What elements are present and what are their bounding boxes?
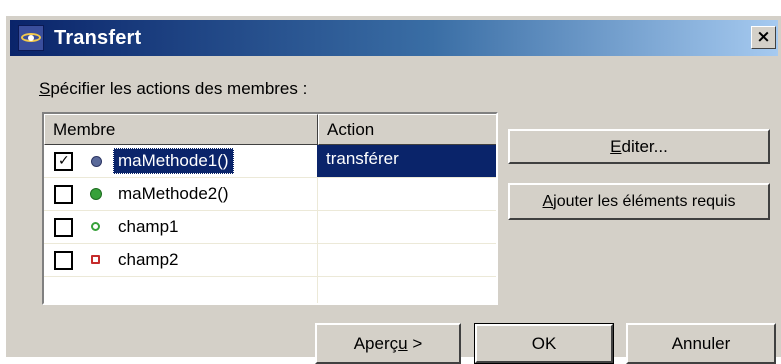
label-text: pécifier les actions des membres : <box>50 79 308 98</box>
row-checkbox[interactable] <box>54 185 73 204</box>
eclipse-app-icon <box>18 25 44 51</box>
member-name: maMethode2() <box>118 184 229 203</box>
title-bar[interactable]: Transfert × <box>10 20 778 56</box>
member-action[interactable] <box>317 178 496 210</box>
edit-button[interactable]: Editer... <box>508 129 770 164</box>
table-row-champ2[interactable]: champ2 <box>44 244 496 277</box>
dialog-title: Transfert <box>54 27 142 49</box>
preview-label-start: Aperç <box>353 334 399 353</box>
row-checkbox[interactable] <box>54 251 73 270</box>
preview-button[interactable]: Aperçu > <box>315 323 461 364</box>
ok-button[interactable]: OK <box>474 323 614 364</box>
member-name: maMethode1() <box>113 148 234 174</box>
add-required-elements-button[interactable]: Ajouter les éléments requis <box>508 183 770 220</box>
transfer-dialog: Transfert × Spécifier les actions des me… <box>5 15 781 364</box>
label-mnemonic: S <box>39 79 51 98</box>
ok-label: OK <box>475 324 613 363</box>
method-public-icon <box>90 188 102 200</box>
row-checkbox[interactable] <box>54 218 73 237</box>
member-name: champ1 <box>118 217 179 236</box>
row-checkbox-checked[interactable]: ✓ <box>54 152 73 171</box>
member-name: champ2 <box>118 250 179 269</box>
edit-mnemonic: E <box>610 137 622 156</box>
member-action[interactable]: transférer <box>317 145 496 177</box>
column-header-action[interactable]: Action <box>318 114 496 145</box>
preview-mnemonic: u <box>398 334 408 353</box>
cancel-button[interactable]: Annuler <box>626 323 776 364</box>
method-default-icon <box>91 156 102 167</box>
column-header-membre[interactable]: Membre <box>44 114 318 145</box>
table-row-champ1[interactable]: champ1 <box>44 211 496 244</box>
table-row-mamethode2[interactable]: maMethode2() <box>44 178 496 211</box>
field-private-icon <box>91 255 100 264</box>
checkmark-icon: ✓ <box>58 153 70 169</box>
member-action[interactable] <box>317 211 496 243</box>
table-row-mamethode1[interactable]: ✓ maMethode1() transférer <box>44 145 496 178</box>
edit-label: diter... <box>621 137 668 156</box>
add-label: jouter les éléments requis <box>553 193 736 210</box>
close-icon: × <box>756 27 771 47</box>
member-action[interactable] <box>317 244 496 276</box>
members-table[interactable]: Membre Action ✓ maMethode1() transférer … <box>42 112 498 305</box>
field-public-icon <box>91 222 100 231</box>
members-actions-label: Spécifier les actions des membres : <box>39 79 307 99</box>
close-button[interactable]: × <box>751 26 776 49</box>
add-mnemonic: A <box>542 193 554 210</box>
preview-label-end: > <box>407 334 423 353</box>
